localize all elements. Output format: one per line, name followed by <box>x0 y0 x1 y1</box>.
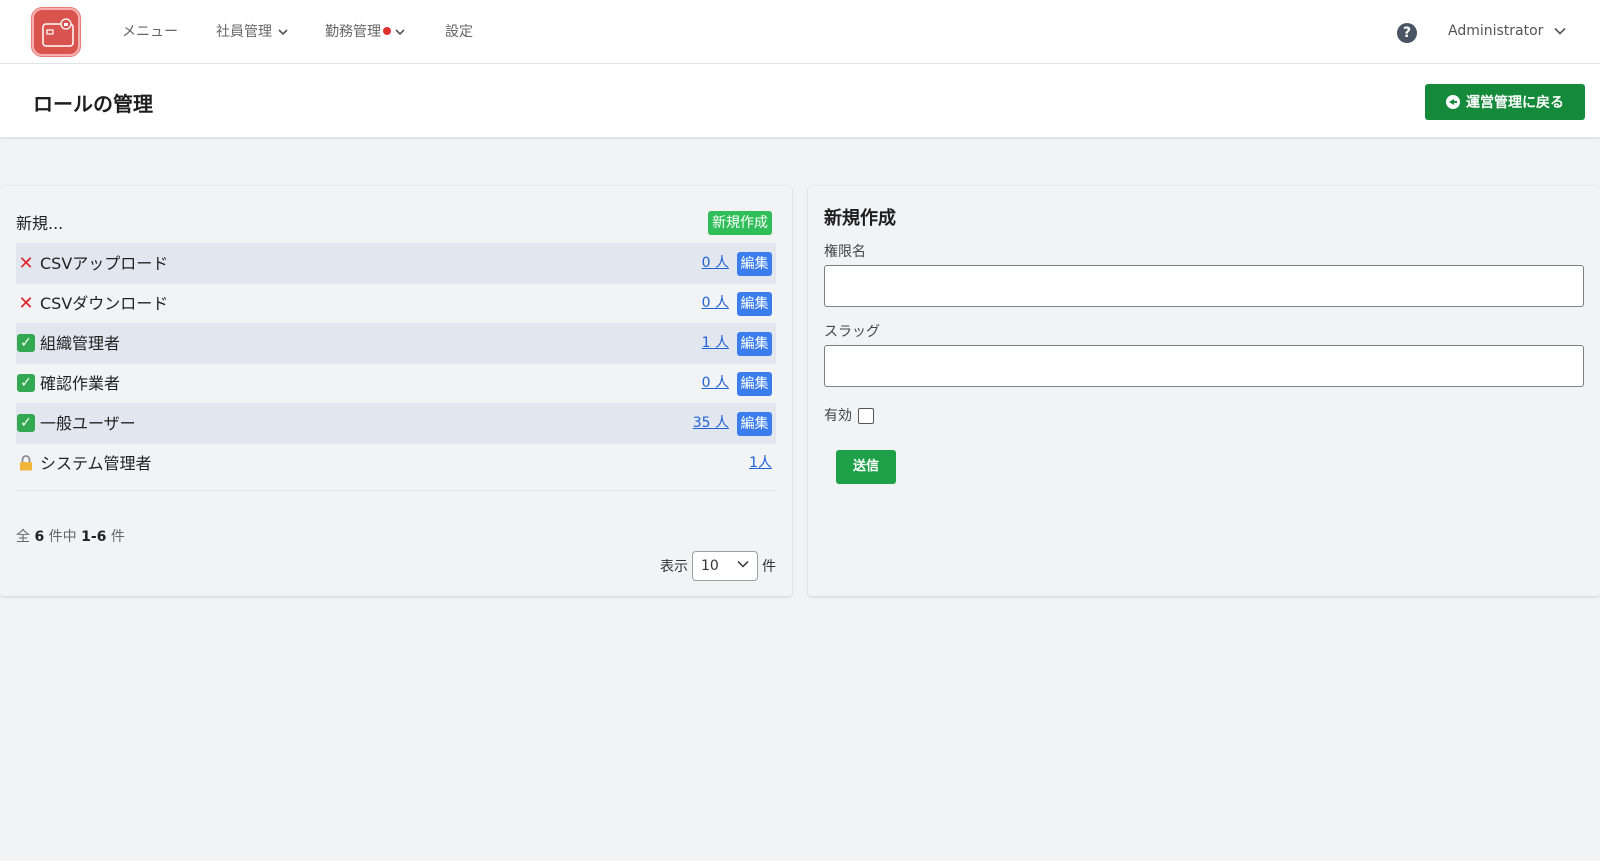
lock-icon <box>16 444 36 485</box>
summary-suffix: 件 <box>110 529 125 545</box>
summary-total: 6 <box>34 529 45 545</box>
role-name: システム管理者 <box>40 454 152 473</box>
new-role-label: 新規... <box>16 214 64 233</box>
back-to-admin-label: 運営管理に戻る <box>1466 95 1564 111</box>
role-member-count-link[interactable]: 0 人 <box>702 283 729 324</box>
role-member-count-link[interactable]: 35 人 <box>693 403 729 444</box>
check-mark-icon: ✓ <box>17 413 35 432</box>
x-mark-icon: ✕ <box>18 253 34 274</box>
nav-employee-management-label: 社員管理 <box>216 24 272 40</box>
form-title: 新規作成 <box>824 208 896 229</box>
role-row: ✓ 組織管理者 1 人 編集 <box>16 323 776 364</box>
role-name: 確認作業者 <box>40 374 121 393</box>
summary-mid: 件中 <box>48 529 77 545</box>
submit-button[interactable]: 送信 <box>836 450 896 484</box>
role-member-count-link[interactable]: 1 人 <box>702 323 729 364</box>
per-page-suffix: 件 <box>762 559 776 575</box>
top-nav: メニュー 社員管理 勤務管理 設定 ? Administrator <box>0 0 1600 64</box>
role-list-panel: 新規... 新規作成 ✕ CSVアップロード 0 人 編集 ✕ CSVダウンロード … <box>0 186 792 596</box>
role-member-count-link[interactable]: 1人 <box>749 443 772 484</box>
new-role-row: 新規... 新規作成 <box>16 203 776 244</box>
nav-settings[interactable]: 設定 <box>445 22 473 42</box>
active-field: 有効 <box>824 405 875 425</box>
chevron-down-icon <box>737 560 749 568</box>
list-divider <box>16 490 776 491</box>
role-row: ✓ 一般ユーザー 35 人 編集 <box>16 403 776 444</box>
check-mark-icon: ✓ <box>17 373 35 392</box>
check-mark-icon: ✓ <box>17 333 35 352</box>
nav-menu-label: メニュー <box>122 24 178 40</box>
edit-role-button[interactable]: 編集 <box>737 372 772 396</box>
pagination-summary: 全 6 件中 1-6 件 <box>16 526 125 546</box>
user-name: Administrator <box>1448 23 1544 39</box>
nav-attendance-management[interactable]: 勤務管理 <box>325 22 405 42</box>
active-checkbox[interactable] <box>858 408 875 424</box>
per-page-value: 10 <box>701 558 719 574</box>
nav-employee-management[interactable]: 社員管理 <box>216 22 289 42</box>
role-row: ✓ 確認作業者 0 人 編集 <box>16 363 776 404</box>
role-name-label: 権限名 <box>824 244 866 260</box>
edit-role-button[interactable]: 編集 <box>737 412 772 436</box>
role-row: ✕ CSVアップロード 0 人 編集 <box>16 243 776 284</box>
nav-menu[interactable]: メニュー <box>122 22 178 42</box>
arrow-left-circle-icon <box>1446 95 1460 109</box>
x-mark-icon: ✕ <box>18 293 34 314</box>
per-page-control: 表示 10 件 <box>660 551 776 581</box>
help-icon[interactable]: ? <box>1397 23 1417 43</box>
role-name: 一般ユーザー <box>40 414 136 433</box>
per-page-prefix: 表示 <box>660 559 688 575</box>
role-name: CSVダウンロード <box>40 294 169 313</box>
edit-role-button[interactable]: 編集 <box>737 332 772 356</box>
chevron-down-icon <box>1554 27 1566 35</box>
role-member-count-link[interactable]: 0 人 <box>702 363 729 404</box>
slug-label: スラッグ <box>824 324 880 340</box>
summary-range: 1-6 <box>81 529 107 545</box>
user-menu[interactable]: Administrator <box>1448 20 1566 42</box>
chevron-down-icon <box>395 29 405 36</box>
active-label: 有効 <box>824 408 852 424</box>
edit-role-button[interactable]: 編集 <box>737 292 772 316</box>
create-new-role-button[interactable]: 新規作成 <box>708 211 772 235</box>
nav-attendance-management-label: 勤務管理 <box>325 24 381 40</box>
role-member-count-link[interactable]: 0 人 <box>702 243 729 284</box>
notification-dot-icon <box>383 27 391 35</box>
page-header: ロールの管理 運営管理に戻る <box>0 64 1600 137</box>
role-name-input[interactable] <box>824 265 1584 307</box>
role-name: 組織管理者 <box>40 334 121 353</box>
chevron-down-icon <box>278 29 289 36</box>
page-title: ロールの管理 <box>33 92 153 116</box>
back-to-admin-button[interactable]: 運営管理に戻る <box>1425 84 1585 120</box>
role-name: CSVアップロード <box>40 254 169 273</box>
summary-prefix: 全 <box>16 529 30 545</box>
new-role-form-panel: 新規作成 権限名 スラッグ 有効 送信 <box>808 186 1600 596</box>
per-page-select[interactable]: 10 <box>692 551 758 581</box>
role-row: システム管理者 1人 <box>16 443 776 484</box>
slug-input[interactable] <box>824 345 1584 387</box>
app-logo[interactable] <box>32 8 80 56</box>
edit-role-button[interactable]: 編集 <box>737 252 772 276</box>
role-row: ✕ CSVダウンロード 0 人 編集 <box>16 283 776 324</box>
nav-settings-label: 設定 <box>445 24 473 40</box>
